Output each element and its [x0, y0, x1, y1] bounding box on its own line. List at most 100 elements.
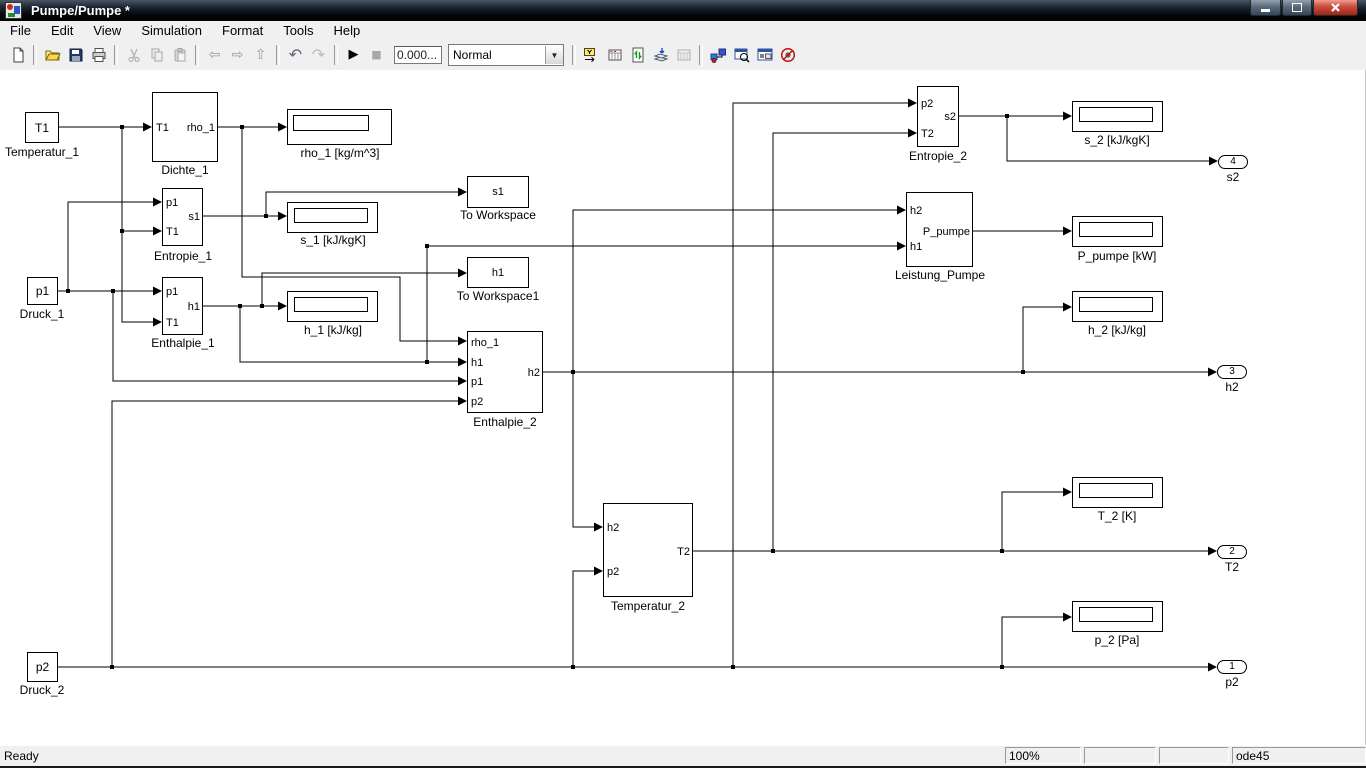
inport-label: T1 — [156, 123, 169, 134]
outport-label: T2 — [1225, 561, 1239, 574]
block-label: h_2 [kJ/kg] — [1088, 324, 1146, 337]
stop-icon: ■ — [371, 48, 381, 62]
block-label: s_1 [kJ/kgK] — [300, 234, 365, 247]
simulation-time-field[interactable] — [394, 46, 442, 64]
outport-3[interactable]: 3 — [1217, 365, 1247, 379]
restore-button[interactable] — [1282, 0, 1312, 16]
model-explorer-icon — [734, 47, 750, 63]
simulink-model-window: Pumpe/Pumpe * File Edit View Simulation … — [0, 0, 1366, 768]
block-druck-2[interactable]: p2 — [27, 652, 58, 682]
status-bar: Ready 100% ode45 — [0, 745, 1366, 767]
outport-2[interactable]: 2 — [1217, 545, 1247, 559]
start-simulation-button[interactable]: ▶ — [342, 44, 365, 66]
display-rho-1[interactable] — [287, 109, 392, 145]
display-value-field — [1079, 607, 1153, 622]
block-label: Enthalpie_1 — [151, 337, 214, 350]
menu-tools[interactable]: Tools — [273, 22, 323, 40]
floppy-save-icon — [68, 47, 84, 63]
library-link-button[interactable] — [580, 44, 603, 66]
update-diagram-button[interactable] — [603, 44, 626, 66]
block-temperatur-1[interactable]: T1 — [25, 112, 59, 143]
workspace-var-text: h1 — [492, 267, 504, 279]
block-label: Enthalpie_2 — [473, 416, 536, 429]
inport-label: h1 — [910, 242, 922, 253]
print-button[interactable] — [87, 44, 110, 66]
display-p-pumpe[interactable] — [1072, 216, 1163, 247]
block-druck-1[interactable]: p1 — [27, 277, 58, 305]
outport-label: T2 — [677, 547, 690, 558]
block-to-workspace[interactable]: s1 — [467, 176, 529, 208]
display-s-1[interactable] — [287, 202, 378, 233]
library-browser-button[interactable] — [707, 44, 730, 66]
new-model-button[interactable] — [6, 44, 29, 66]
outport-label: s2 — [944, 112, 956, 123]
close-icon — [1330, 2, 1341, 13]
block-label: Entropie_2 — [909, 150, 967, 163]
display-value-field — [294, 297, 368, 312]
library-stack-button[interactable] — [649, 44, 672, 66]
outport-label: s1 — [188, 212, 200, 223]
menu-view[interactable]: View — [83, 22, 131, 40]
model-browser-button[interactable] — [753, 44, 776, 66]
redo-icon: ↷ — [312, 48, 325, 62]
build-disabled-icon — [676, 47, 692, 63]
display-t-2[interactable] — [1072, 477, 1163, 508]
build-button[interactable] — [672, 44, 695, 66]
block-entropie-1[interactable]: p1 T1 s1 — [162, 188, 203, 246]
outport-label: p2 — [1225, 676, 1238, 689]
status-text: Ready — [4, 749, 39, 763]
menu-bar: File Edit View Simulation Format Tools H… — [0, 21, 1366, 40]
outport-4[interactable]: 4 — [1218, 155, 1248, 169]
copy-button[interactable] — [145, 44, 168, 66]
block-entropie-2[interactable]: p2 T2 s2 — [917, 86, 959, 147]
source-port-text: T1 — [35, 121, 49, 135]
paste-clipboard-icon — [172, 47, 188, 63]
menu-help[interactable]: Help — [324, 22, 371, 40]
undo-button[interactable]: ↶ — [284, 44, 307, 66]
inport-label: p2 — [607, 567, 619, 578]
block-temperatur-2[interactable]: h2 p2 T2 — [603, 503, 693, 597]
model-explorer-button[interactable] — [730, 44, 753, 66]
block-to-workspace1[interactable]: h1 — [467, 257, 529, 288]
go-up-button[interactable]: ⇧ — [249, 44, 272, 66]
update-diagram-icon — [607, 47, 623, 63]
go-back-button[interactable]: ⇦ — [203, 44, 226, 66]
copy-icon — [149, 47, 165, 63]
debug-disable-button[interactable] — [776, 44, 799, 66]
display-h-2[interactable] — [1072, 291, 1163, 322]
chevron-down-icon: ▼ — [551, 51, 559, 60]
save-model-button[interactable] — [64, 44, 87, 66]
menu-format[interactable]: Format — [212, 22, 273, 40]
open-model-button[interactable] — [41, 44, 64, 66]
redo-button[interactable]: ↷ — [307, 44, 330, 66]
refresh-model-icon — [630, 47, 646, 63]
block-leistung-pumpe[interactable]: h2 h1 P_pumpe — [906, 192, 973, 267]
inport-label: p1 — [166, 287, 178, 298]
block-dichte-1[interactable]: T1 rho_1 — [152, 92, 218, 162]
display-p-2[interactable] — [1072, 601, 1163, 632]
display-s-2[interactable] — [1072, 101, 1163, 132]
block-label: s_2 [kJ/kgK] — [1084, 134, 1149, 147]
new-document-icon — [10, 47, 26, 63]
simulation-mode-select[interactable]: Normal ▼ — [448, 44, 564, 66]
stop-simulation-button[interactable]: ■ — [365, 44, 388, 66]
inport-label: h1 — [471, 358, 483, 369]
display-value-field — [293, 115, 369, 131]
minimize-button[interactable] — [1250, 0, 1281, 16]
block-enthalpie-2[interactable]: rho_1 h1 p1 p2 h2 — [467, 331, 543, 413]
go-forward-button[interactable]: ⇨ — [226, 44, 249, 66]
menu-file[interactable]: File — [0, 22, 41, 40]
close-button[interactable] — [1313, 0, 1358, 16]
block-enthalpie-1[interactable]: p1 T1 h1 — [162, 277, 203, 335]
refresh-model-button[interactable] — [626, 44, 649, 66]
cut-button[interactable] — [122, 44, 145, 66]
combo-dropdown-button[interactable]: ▼ — [545, 46, 563, 64]
outport-1[interactable]: 1 — [1217, 660, 1247, 674]
menu-edit[interactable]: Edit — [41, 22, 83, 40]
display-h-1[interactable] — [287, 291, 378, 322]
status-panel-empty — [1159, 747, 1229, 764]
menu-simulation[interactable]: Simulation — [131, 22, 212, 40]
title-bar[interactable]: Pumpe/Pumpe * — [0, 0, 1366, 21]
block-label: p_2 [Pa] — [1095, 634, 1140, 647]
paste-button[interactable] — [168, 44, 191, 66]
